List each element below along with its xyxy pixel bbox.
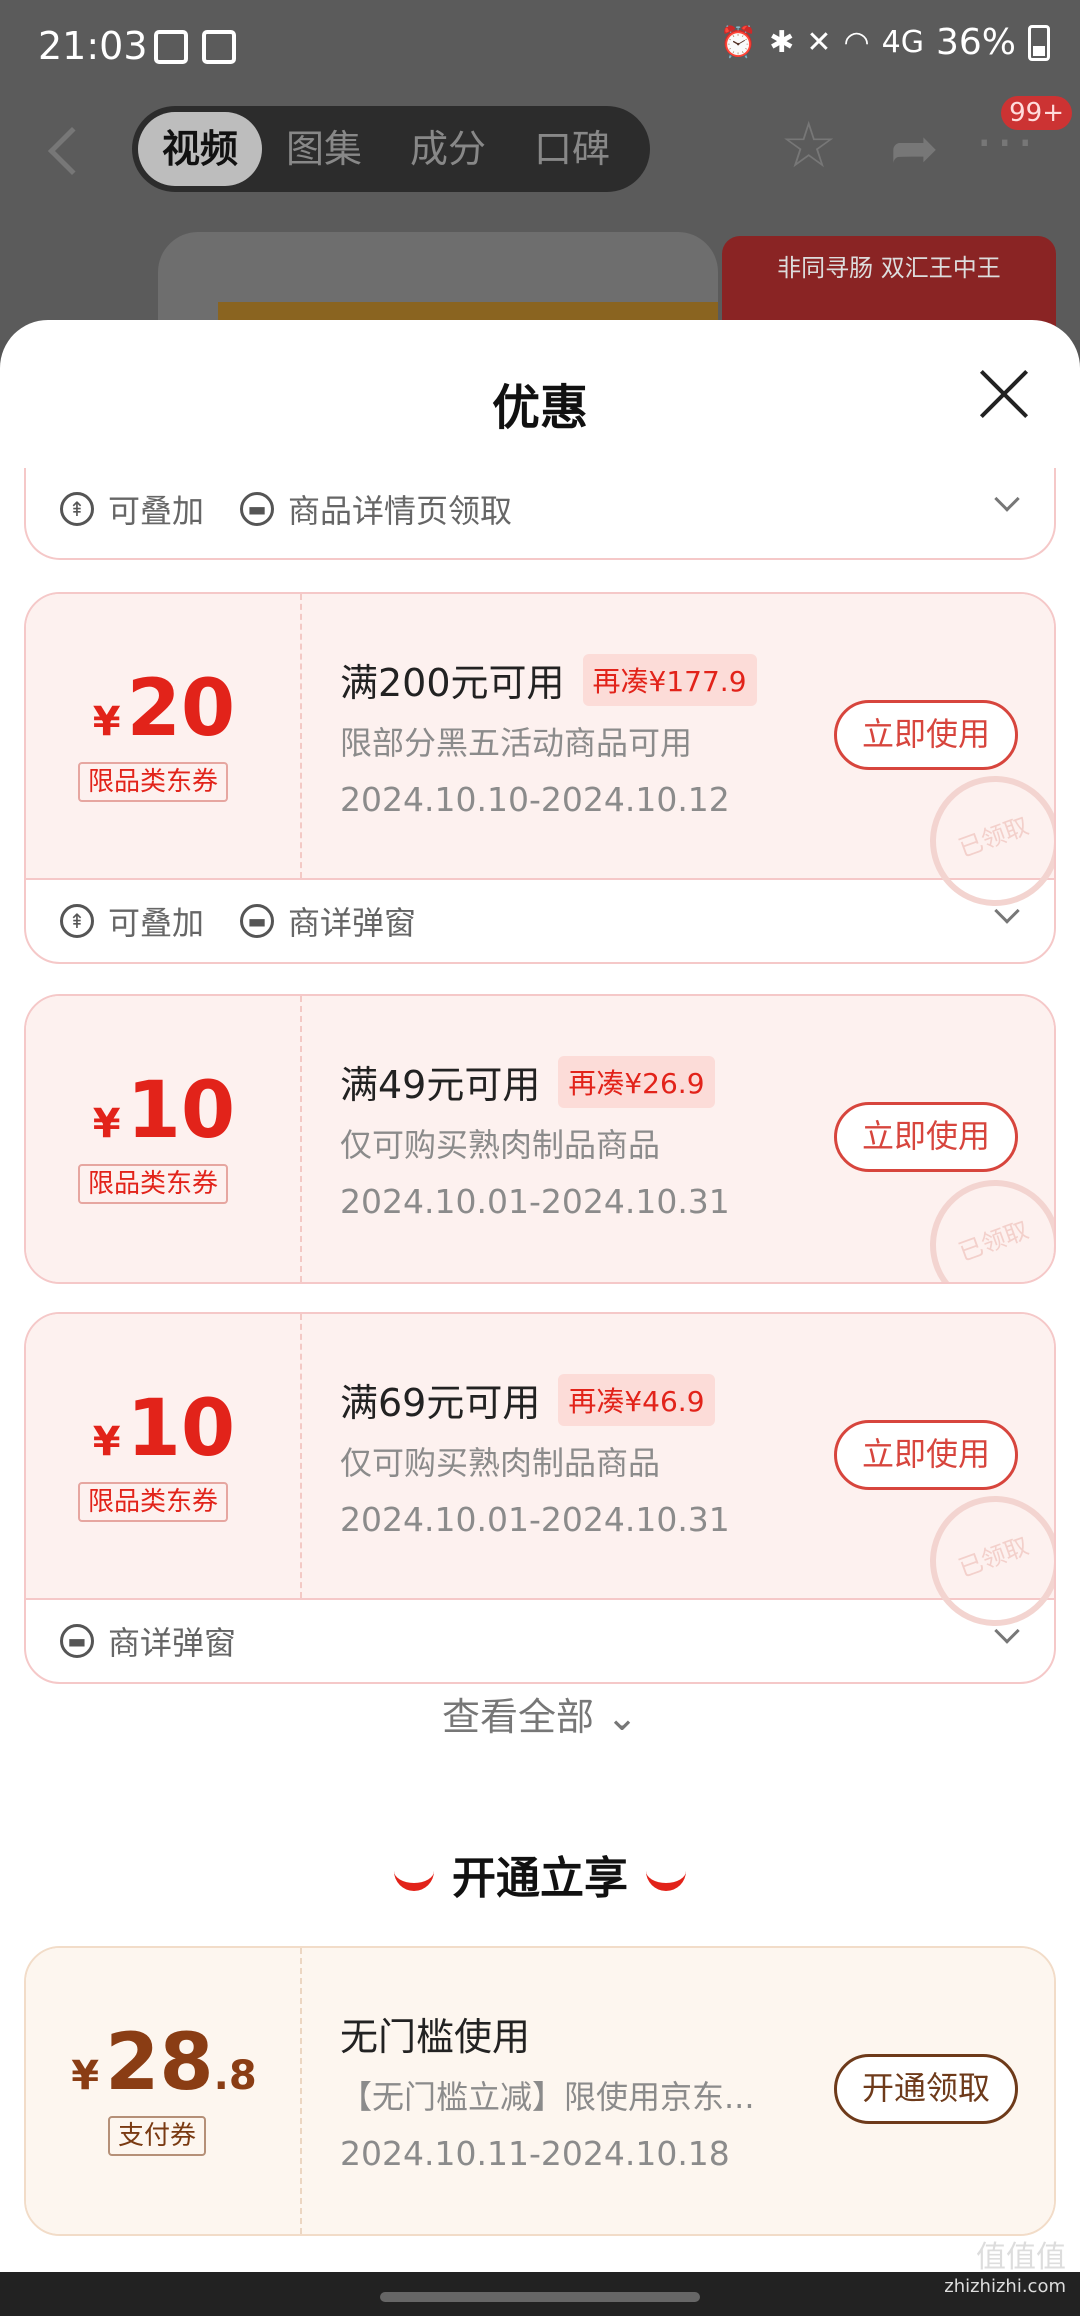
- network-label: 4G: [881, 25, 924, 60]
- coupon-condition: 满49元可用: [340, 1063, 541, 1107]
- check-icon: [202, 30, 236, 64]
- ticket-icon: ▬: [60, 1624, 94, 1658]
- coupon-needed-amount: 再凑¥46.9: [558, 1373, 715, 1426]
- tab-reviews[interactable]: 口碑: [510, 112, 634, 186]
- activate-claim-button[interactable]: 开通领取: [834, 2054, 1018, 2124]
- coupon-description: 【无门槛立减】限使用京东...: [340, 2078, 755, 2116]
- wifi-icon: ◠: [843, 25, 870, 60]
- smile-icon: [646, 1871, 686, 1891]
- watermark: 值值值 zhizhizhi.com: [944, 2240, 1066, 2297]
- stack-icon: ⇞: [60, 904, 94, 938]
- coupon-condition: 无门槛使用: [340, 2015, 531, 2059]
- coupon-description: 仅可购买熟肉制品商品: [340, 1126, 661, 1164]
- coupon-amount: ¥10: [92, 1066, 236, 1156]
- coupon-features: ⇞ 可叠加 ▬ 商详弹窗: [26, 880, 1054, 962]
- battery-icon: [1028, 24, 1050, 61]
- coupon-type-tag: 限品类东券: [78, 762, 229, 802]
- media-tabs: 视频 图集 成分 口碑: [132, 106, 650, 192]
- coupon-card: ¥10 限品类东券 满69元可用 再凑¥46.9 仅可购买熟肉制品商品 2024.…: [24, 1312, 1056, 1684]
- coupon-card-partial: ⇞ 可叠加 ▬ 商品详情页领取: [24, 468, 1056, 560]
- sheet-title: 优惠: [491, 380, 588, 436]
- coupon-needed-amount: 再凑¥26.9: [558, 1055, 715, 1108]
- top-nav: 视频 图集 成分 口碑 ☆ ➦ ··· 99+: [0, 96, 1080, 200]
- coupon-sheet: 优惠 ⇞ 可叠加 ▬ 商品详情页领取 ¥20 限品类东券 满200元可用 再凑¥177…: [0, 320, 1080, 2316]
- pay-coupon-card: ¥28.8 支付券 无门槛使用 【无门槛立减】限使用京东... 2024.10.…: [24, 1946, 1056, 2236]
- coupon-description: 仅可购买熟肉制品商品: [340, 1444, 661, 1482]
- coupon-amount: ¥28.8: [71, 2018, 257, 2108]
- coupon-type-tag: 限品类东券: [78, 1164, 229, 1204]
- coupon-validity: 2024.10.10-2024.10.12: [340, 780, 730, 819]
- smile-icon: [394, 1871, 434, 1891]
- close-icon[interactable]: [978, 368, 1030, 420]
- coupon-card: ¥10 限品类东券 满49元可用 再凑¥26.9 仅可购买熟肉制品商品 2024.…: [24, 994, 1056, 1284]
- ticket-icon: ▬: [240, 492, 275, 526]
- coupon-type-tag: 支付券: [108, 2116, 207, 2156]
- coupon-condition: 满69元可用: [340, 1381, 541, 1425]
- mute-icon: ✕: [806, 25, 832, 60]
- coupon-condition: 满200元可用: [340, 661, 565, 705]
- tab-video[interactable]: 视频: [138, 112, 262, 186]
- coupon-description: 限部分黑五活动商品可用: [340, 724, 693, 762]
- coupon-validity: 2024.10.11-2024.10.18: [340, 2134, 730, 2173]
- chevron-down-icon[interactable]: [994, 1618, 1020, 1644]
- chevron-down-icon: ⌄: [606, 1695, 638, 1739]
- use-now-button[interactable]: 立即使用: [834, 1102, 1018, 1172]
- bluetooth-icon: ✱: [769, 25, 795, 60]
- alarm-icon: ⏰: [719, 25, 758, 60]
- back-icon[interactable]: [47, 126, 97, 176]
- status-bar: 21:03 ⏰ ✱ ✕ ◠ 4G 36%: [0, 0, 1080, 96]
- coupon-features: ⇞ 可叠加 ▬ 商品详情页领取: [26, 468, 1054, 550]
- favorite-star-icon[interactable]: ☆: [780, 106, 837, 186]
- claimed-stamp: 已领取: [911, 1161, 1054, 1282]
- coupon-amount: ¥10: [92, 1384, 236, 1474]
- ticket-icon: ▬: [240, 904, 275, 938]
- view-all-link[interactable]: 查看全部 ⌄: [0, 1686, 1080, 1741]
- message-badge: 99+: [1001, 96, 1072, 130]
- coupon-validity: 2024.10.01-2024.10.31: [340, 1500, 730, 1539]
- battery-percent: 36%: [935, 22, 1016, 63]
- stack-icon: ⇞: [60, 492, 94, 526]
- gallery-icon: [154, 30, 188, 64]
- coupon-type-tag: 限品类东券: [78, 1482, 229, 1522]
- status-time: 21:03: [38, 24, 148, 68]
- chevron-down-icon[interactable]: [994, 898, 1020, 924]
- coupon-validity: 2024.10.01-2024.10.31: [340, 1182, 730, 1221]
- share-icon[interactable]: ➦: [890, 108, 939, 188]
- coupon-features: ▬ 商详弹窗: [26, 1600, 1054, 1682]
- home-indicator[interactable]: [380, 2292, 700, 2302]
- section-title: 开通立享: [0, 1842, 1080, 1906]
- coupon-amount: ¥20: [92, 664, 236, 754]
- use-now-button[interactable]: 立即使用: [834, 1420, 1018, 1490]
- coupon-needed-amount: 再凑¥177.9: [582, 653, 757, 706]
- use-now-button[interactable]: 立即使用: [834, 700, 1018, 770]
- tab-ingredients[interactable]: 成分: [386, 112, 510, 186]
- coupon-card: ¥20 限品类东券 满200元可用 再凑¥177.9 限部分黑五活动商品可用 20…: [24, 592, 1056, 964]
- tab-gallery[interactable]: 图集: [262, 112, 386, 186]
- chevron-down-icon[interactable]: [994, 486, 1020, 512]
